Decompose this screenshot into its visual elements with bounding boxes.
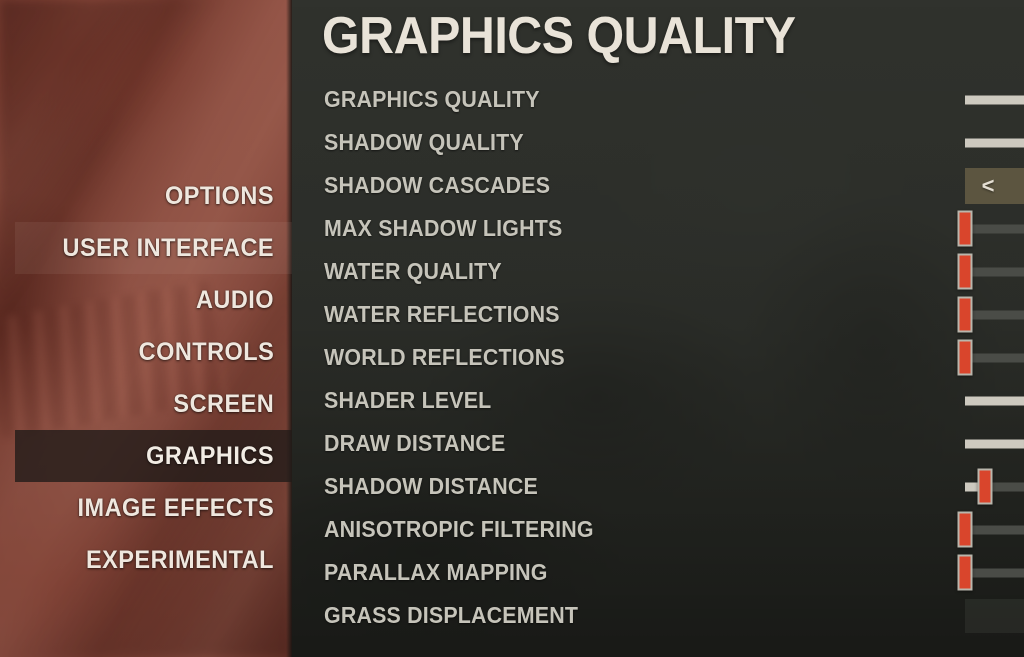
sidebar-item-label: IMAGE EFFECTS — [77, 493, 274, 522]
slider-container-shadow-distance — [965, 465, 1024, 508]
setting-label: SHADOW DISTANCE — [324, 473, 538, 499]
sidebar-item-user-interface[interactable]: USER INTERFACE — [15, 222, 292, 274]
slider-container-parallax-mapping — [957, 551, 1024, 594]
sidebar-item-label: SCREEN — [173, 389, 274, 418]
slider-handle[interactable] — [957, 511, 973, 548]
setting-label: GRASS DISPLACEMENT — [324, 602, 579, 628]
setting-row-shadow-distance: SHADOW DISTANCE121 — [292, 465, 1024, 508]
toggle-container-grass-displacement: OFF — [965, 594, 1024, 637]
sidebar-item-image-effects[interactable]: IMAGE EFFECTS — [15, 482, 292, 534]
slider-container-draw-distance — [965, 422, 1024, 465]
slider-shadow-quality[interactable] — [965, 138, 1024, 147]
slider-fill — [965, 396, 1024, 405]
setting-row-water-reflections: WATER REFLECTIONS0 — [292, 293, 1024, 336]
slider-max-shadow-lights[interactable] — [957, 210, 1024, 247]
slider-handle[interactable] — [957, 210, 973, 247]
slider-container-anisotropic-filtering — [957, 508, 1024, 551]
setting-label: WATER REFLECTIONS — [324, 301, 560, 327]
cycler-value[interactable]: No Cascades — [1017, 168, 1024, 204]
slider-container-water-reflections — [957, 293, 1024, 336]
toggle-grass-displacement[interactable]: OFF — [965, 598, 1024, 633]
setting-row-graphics-quality: GRAPHICS QUALITY3 — [292, 78, 1024, 121]
slider-container-max-shadow-lights — [957, 207, 1024, 250]
setting-row-shadow-cascades: SHADOW CASCADES<No Cascades> — [292, 164, 1024, 207]
slider-anisotropic-filtering[interactable] — [957, 511, 1024, 548]
slider-handle[interactable] — [977, 468, 993, 505]
setting-label: WORLD REFLECTIONS — [324, 344, 565, 370]
setting-row-world-reflections: WORLD REFLECTIONS0 — [292, 336, 1024, 379]
sidebar-item-label: USER INTERFACE — [62, 233, 274, 262]
sidebar-item-screen[interactable]: SCREEN — [15, 378, 292, 430]
sidebar-item-label: GRAPHICS — [146, 441, 274, 470]
setting-label: PARALLAX MAPPING — [324, 559, 548, 585]
sidebar-item-options[interactable]: OPTIONS — [15, 170, 292, 222]
page-title: GRAPHICS QUALITY — [322, 7, 796, 65]
setting-label: MAX SHADOW LIGHTS — [324, 215, 563, 241]
setting-row-shader-level: SHADER LEVEL500 — [292, 379, 1024, 422]
setting-row-shadow-quality: SHADOW QUALITY1 — [292, 121, 1024, 164]
sidebar-item-experimental[interactable]: EXPERIMENTAL — [15, 534, 292, 586]
slider-draw-distance[interactable] — [965, 439, 1024, 448]
sidebar-item-label: OPTIONS — [164, 181, 274, 210]
cycler-container-shadow-cascades: <No Cascades> — [965, 164, 1024, 207]
sidebar-item-label: AUDIO — [195, 285, 274, 314]
settings-list: GRAPHICS QUALITY3SHADOW QUALITY1 SHADOW C… — [292, 78, 1024, 637]
sidebar: OPTIONS USER INTERFACE AUDIO CONTROLS SCREEN… — [0, 0, 292, 657]
chevron-left-icon[interactable]: < — [965, 168, 1011, 204]
slider-shader-level[interactable] — [965, 396, 1024, 405]
sidebar-item-graphics[interactable]: GRAPHICS — [15, 430, 292, 482]
sidebar-nav: OPTIONS USER INTERFACE AUDIO CONTROLS SCREEN… — [0, 0, 292, 657]
slider-water-quality[interactable] — [957, 253, 1024, 290]
slider-fill — [965, 95, 1024, 104]
slider-water-reflections[interactable] — [957, 296, 1024, 333]
sidebar-item-label: EXPERIMENTAL — [86, 545, 274, 574]
setting-label: SHADER LEVEL — [324, 387, 492, 413]
slider-container-world-reflections — [957, 336, 1024, 379]
setting-row-water-quality: WATER QUALITY0 — [292, 250, 1024, 293]
slider-handle[interactable] — [957, 339, 973, 376]
setting-label: WATER QUALITY — [324, 258, 502, 284]
sidebar-item-controls[interactable]: CONTROLS — [15, 326, 292, 378]
slider-graphics-quality[interactable] — [965, 95, 1024, 104]
slider-world-reflections[interactable] — [957, 339, 1024, 376]
slider-shadow-distance[interactable] — [965, 468, 1024, 505]
setting-label: SHADOW CASCADES — [324, 172, 551, 198]
setting-label: DRAW DISTANCE — [324, 430, 506, 456]
slider-container-water-quality — [957, 250, 1024, 293]
setting-row-max-shadow-lights: MAX SHADOW LIGHTS0 — [292, 207, 1024, 250]
slider-parallax-mapping[interactable] — [957, 554, 1024, 591]
main-content: GRAPHICS QUALITY GRAPHICS QUALITY3SHADOW… — [292, 0, 1024, 657]
setting-row-parallax-mapping: PARALLAX MAPPING0 — [292, 551, 1024, 594]
setting-label: ANISOTROPIC FILTERING — [324, 516, 594, 542]
slider-container-shadow-quality — [965, 121, 1024, 164]
settings-screen: OPTIONS USER INTERFACE AUDIO CONTROLS SCREEN… — [0, 0, 1024, 657]
sidebar-item-label: CONTROLS — [138, 337, 274, 366]
slider-container-shader-level — [965, 379, 1024, 422]
slider-container-graphics-quality — [965, 78, 1024, 121]
slider-fill — [965, 138, 1024, 147]
setting-row-anisotropic-filtering: ANISOTROPIC FILTERING1 — [292, 508, 1024, 551]
setting-row-grass-displacement: GRASS DISPLACEMENT OFF — [292, 594, 1024, 637]
sidebar-item-audio[interactable]: AUDIO — [15, 274, 292, 326]
slider-handle[interactable] — [957, 253, 973, 290]
cycler-shadow-cascades: <No Cascades> — [965, 167, 1024, 204]
main-panel: GRAPHICS QUALITY GRAPHICS QUALITY3SHADOW… — [292, 0, 1024, 657]
slider-handle[interactable] — [957, 554, 973, 591]
slider-handle[interactable] — [957, 296, 973, 333]
setting-row-draw-distance: DRAW DISTANCE1,000 — [292, 422, 1024, 465]
slider-fill — [965, 439, 1024, 448]
setting-label: SHADOW QUALITY — [324, 129, 524, 155]
setting-label: GRAPHICS QUALITY — [324, 86, 540, 112]
